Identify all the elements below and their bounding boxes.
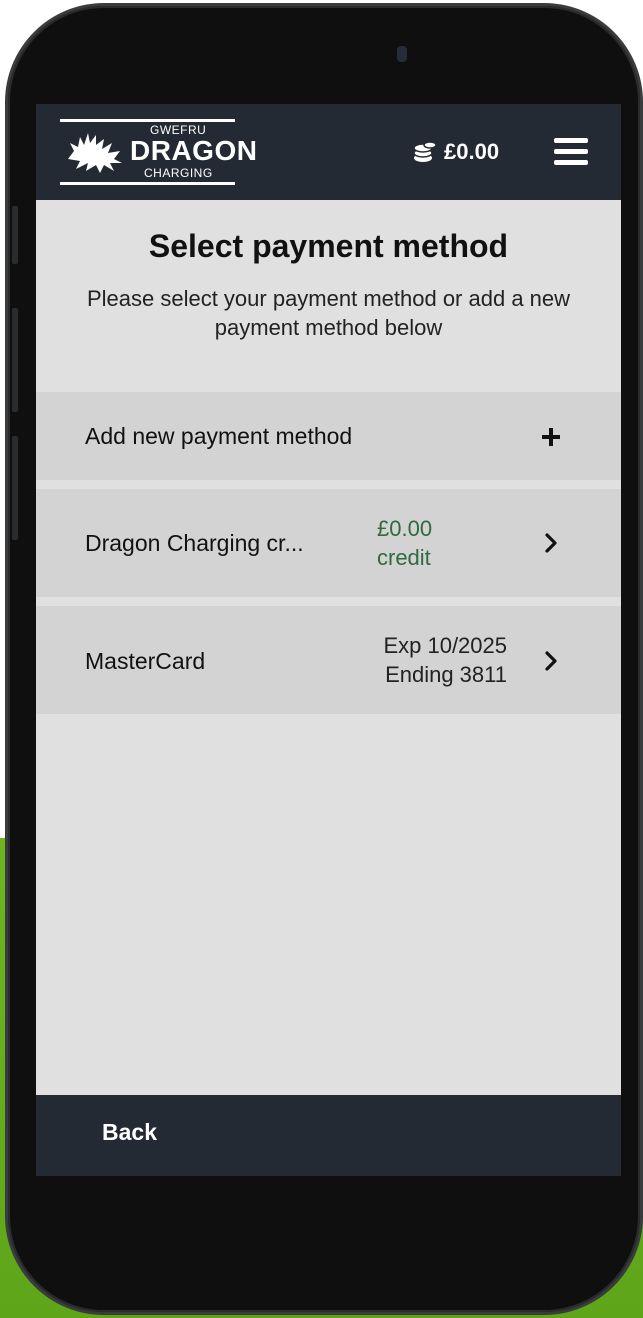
payment-method-mastercard[interactable]: MasterCard Exp 10/2025 Ending 3811 bbox=[36, 606, 621, 714]
coins-icon bbox=[413, 141, 437, 162]
credit-caption: credit bbox=[377, 545, 431, 570]
add-payment-method-label: Add new payment method bbox=[85, 423, 353, 449]
card-ending: Ending 3811 bbox=[385, 662, 507, 687]
page-title: Select payment method bbox=[148, 228, 509, 264]
credit-amount: £0.00 bbox=[377, 516, 433, 541]
front-camera bbox=[397, 46, 407, 62]
payment-method-dragon-credit[interactable]: Dragon Charging cr... £0.00 credit bbox=[36, 489, 621, 597]
wallet-balance[interactable]: £0.00 bbox=[412, 136, 499, 168]
phone-volume-down bbox=[12, 436, 18, 540]
page-subtitle: Please select your payment method or add… bbox=[86, 286, 571, 340]
balance-amount: £0.00 bbox=[444, 139, 500, 164]
dragon-icon bbox=[68, 133, 122, 173]
app-header: GWEFRU DRAGON CHARGING £0.00 bbox=[36, 104, 621, 200]
hamburger-line bbox=[554, 160, 588, 165]
hamburger-menu-icon bbox=[554, 138, 588, 143]
credit-balance: £0.00 credit bbox=[377, 514, 432, 572]
card-expiry: Exp 10/2025 bbox=[383, 633, 507, 658]
back-button[interactable]: Back bbox=[102, 1119, 157, 1146]
app-footer: Back bbox=[36, 1095, 621, 1176]
chevron-right-icon bbox=[545, 533, 557, 553]
dragon-charging-logo[interactable]: GWEFRU DRAGON CHARGING bbox=[60, 119, 257, 185]
payment-method-label: Dragon Charging cr... bbox=[85, 530, 304, 556]
logo-rule-top bbox=[60, 119, 235, 122]
phone-side-button bbox=[12, 206, 18, 264]
payment-method-label: MasterCard bbox=[85, 648, 206, 674]
hamburger-line bbox=[554, 149, 588, 154]
card-details: Exp 10/2025 Ending 3811 bbox=[383, 631, 507, 689]
app-screen: GWEFRU DRAGON CHARGING £0.00 Select paym… bbox=[36, 104, 621, 1176]
logo-brand-text: DRAGON bbox=[130, 135, 258, 166]
add-payment-method-button[interactable]: Add new payment method bbox=[36, 392, 621, 480]
plus-icon bbox=[542, 428, 560, 446]
hamburger-menu-button[interactable] bbox=[554, 138, 588, 166]
logo-bottom-text: CHARGING bbox=[144, 166, 213, 180]
chevron-right-icon bbox=[545, 651, 557, 671]
phone-volume-up bbox=[12, 308, 18, 412]
logo-rule-bottom bbox=[60, 182, 235, 185]
